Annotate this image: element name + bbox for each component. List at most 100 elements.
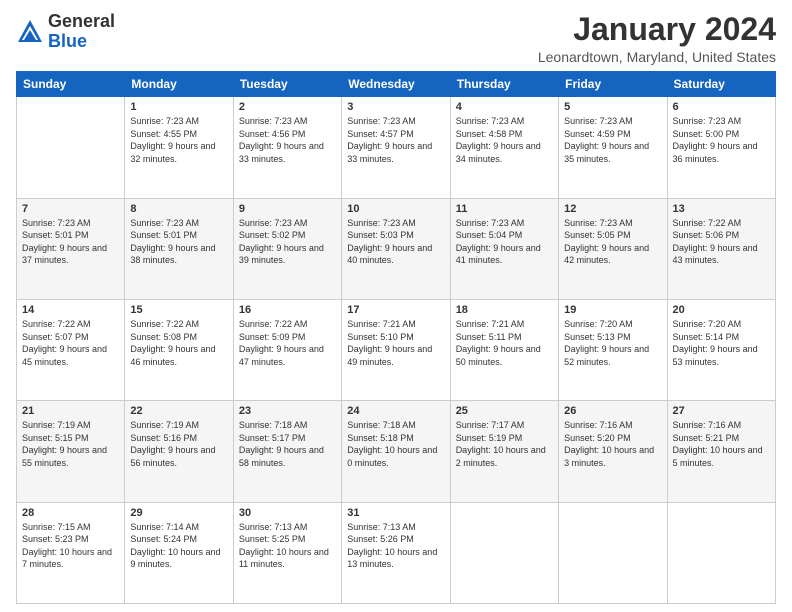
daylight-text: Daylight: 10 hours and 5 minutes. <box>673 445 763 468</box>
table-row: 4 Sunrise: 7:23 AM Sunset: 4:58 PM Dayli… <box>450 97 558 198</box>
sunset-text: Sunset: 5:19 PM <box>456 433 523 443</box>
col-tuesday: Tuesday <box>233 72 341 97</box>
logo: General Blue <box>16 12 115 52</box>
daylight-text: Daylight: 10 hours and 2 minutes. <box>456 445 546 468</box>
sunrise-text: Sunrise: 7:19 AM <box>22 420 91 430</box>
table-row: 19 Sunrise: 7:20 AM Sunset: 5:13 PM Dayl… <box>559 299 667 400</box>
table-row: 27 Sunrise: 7:16 AM Sunset: 5:21 PM Dayl… <box>667 401 775 502</box>
day-info: Sunrise: 7:19 AM Sunset: 5:15 PM Dayligh… <box>22 419 119 469</box>
table-row: 17 Sunrise: 7:21 AM Sunset: 5:10 PM Dayl… <box>342 299 450 400</box>
col-friday: Friday <box>559 72 667 97</box>
col-monday: Monday <box>125 72 233 97</box>
sunrise-text: Sunrise: 7:14 AM <box>130 522 199 532</box>
day-info: Sunrise: 7:20 AM Sunset: 5:14 PM Dayligh… <box>673 318 770 368</box>
day-number: 1 <box>130 101 227 113</box>
table-row: 28 Sunrise: 7:15 AM Sunset: 5:23 PM Dayl… <box>17 502 125 603</box>
daylight-text: Daylight: 9 hours and 39 minutes. <box>239 243 324 266</box>
table-row: 1 Sunrise: 7:23 AM Sunset: 4:55 PM Dayli… <box>125 97 233 198</box>
table-row: 22 Sunrise: 7:19 AM Sunset: 5:16 PM Dayl… <box>125 401 233 502</box>
sunrise-text: Sunrise: 7:18 AM <box>347 420 416 430</box>
daylight-text: Daylight: 10 hours and 0 minutes. <box>347 445 437 468</box>
day-info: Sunrise: 7:23 AM Sunset: 5:02 PM Dayligh… <box>239 217 336 267</box>
sunrise-text: Sunrise: 7:23 AM <box>564 116 633 126</box>
table-row: 31 Sunrise: 7:13 AM Sunset: 5:26 PM Dayl… <box>342 502 450 603</box>
table-row: 7 Sunrise: 7:23 AM Sunset: 5:01 PM Dayli… <box>17 198 125 299</box>
day-number: 23 <box>239 405 336 417</box>
day-info: Sunrise: 7:23 AM Sunset: 5:01 PM Dayligh… <box>22 217 119 267</box>
sunset-text: Sunset: 5:07 PM <box>22 332 89 342</box>
sunrise-text: Sunrise: 7:23 AM <box>673 116 742 126</box>
daylight-text: Daylight: 9 hours and 53 minutes. <box>673 344 758 367</box>
logo-general: General <box>48 11 115 31</box>
daylight-text: Daylight: 9 hours and 52 minutes. <box>564 344 649 367</box>
sunset-text: Sunset: 5:06 PM <box>673 230 740 240</box>
day-number: 15 <box>130 304 227 316</box>
table-row: 2 Sunrise: 7:23 AM Sunset: 4:56 PM Dayli… <box>233 97 341 198</box>
sunset-text: Sunset: 5:18 PM <box>347 433 414 443</box>
table-row: 21 Sunrise: 7:19 AM Sunset: 5:15 PM Dayl… <box>17 401 125 502</box>
sunrise-text: Sunrise: 7:23 AM <box>564 218 633 228</box>
day-number: 6 <box>673 101 770 113</box>
day-info: Sunrise: 7:23 AM Sunset: 5:01 PM Dayligh… <box>130 217 227 267</box>
daylight-text: Daylight: 9 hours and 34 minutes. <box>456 141 541 164</box>
day-number: 13 <box>673 203 770 215</box>
day-info: Sunrise: 7:23 AM Sunset: 4:55 PM Dayligh… <box>130 115 227 165</box>
daylight-text: Daylight: 9 hours and 58 minutes. <box>239 445 324 468</box>
daylight-text: Daylight: 9 hours and 45 minutes. <box>22 344 107 367</box>
daylight-text: Daylight: 9 hours and 50 minutes. <box>456 344 541 367</box>
day-number: 21 <box>22 405 119 417</box>
sunrise-text: Sunrise: 7:21 AM <box>456 319 525 329</box>
day-info: Sunrise: 7:21 AM Sunset: 5:11 PM Dayligh… <box>456 318 553 368</box>
day-info: Sunrise: 7:23 AM Sunset: 4:59 PM Dayligh… <box>564 115 661 165</box>
table-row: 25 Sunrise: 7:17 AM Sunset: 5:19 PM Dayl… <box>450 401 558 502</box>
daylight-text: Daylight: 9 hours and 43 minutes. <box>673 243 758 266</box>
day-number: 3 <box>347 101 444 113</box>
col-thursday: Thursday <box>450 72 558 97</box>
daylight-text: Daylight: 9 hours and 37 minutes. <box>22 243 107 266</box>
day-number: 19 <box>564 304 661 316</box>
sunrise-text: Sunrise: 7:23 AM <box>130 218 199 228</box>
sunset-text: Sunset: 5:10 PM <box>347 332 414 342</box>
page: General Blue January 2024 Leonardtown, M… <box>0 0 792 612</box>
calendar-table: Sunday Monday Tuesday Wednesday Thursday… <box>16 71 776 604</box>
day-info: Sunrise: 7:20 AM Sunset: 5:13 PM Dayligh… <box>564 318 661 368</box>
table-row: 13 Sunrise: 7:22 AM Sunset: 5:06 PM Dayl… <box>667 198 775 299</box>
calendar-week-row: 7 Sunrise: 7:23 AM Sunset: 5:01 PM Dayli… <box>17 198 776 299</box>
sunset-text: Sunset: 5:02 PM <box>239 230 306 240</box>
day-info: Sunrise: 7:21 AM Sunset: 5:10 PM Dayligh… <box>347 318 444 368</box>
logo-text: General Blue <box>48 12 115 52</box>
day-number: 22 <box>130 405 227 417</box>
daylight-text: Daylight: 9 hours and 49 minutes. <box>347 344 432 367</box>
daylight-text: Daylight: 10 hours and 9 minutes. <box>130 547 220 570</box>
daylight-text: Daylight: 9 hours and 32 minutes. <box>130 141 215 164</box>
day-number: 18 <box>456 304 553 316</box>
day-number: 4 <box>456 101 553 113</box>
day-number: 5 <box>564 101 661 113</box>
day-number: 9 <box>239 203 336 215</box>
calendar-week-row: 1 Sunrise: 7:23 AM Sunset: 4:55 PM Dayli… <box>17 97 776 198</box>
sunrise-text: Sunrise: 7:23 AM <box>130 116 199 126</box>
sunset-text: Sunset: 4:59 PM <box>564 129 631 139</box>
day-number: 24 <box>347 405 444 417</box>
day-info: Sunrise: 7:17 AM Sunset: 5:19 PM Dayligh… <box>456 419 553 469</box>
day-number: 26 <box>564 405 661 417</box>
sunrise-text: Sunrise: 7:16 AM <box>673 420 742 430</box>
table-row: 14 Sunrise: 7:22 AM Sunset: 5:07 PM Dayl… <box>17 299 125 400</box>
sunset-text: Sunset: 4:55 PM <box>130 129 197 139</box>
day-number: 11 <box>456 203 553 215</box>
sunset-text: Sunset: 5:24 PM <box>130 534 197 544</box>
calendar-week-row: 28 Sunrise: 7:15 AM Sunset: 5:23 PM Dayl… <box>17 502 776 603</box>
table-row: 30 Sunrise: 7:13 AM Sunset: 5:25 PM Dayl… <box>233 502 341 603</box>
location: Leonardtown, Maryland, United States <box>538 49 776 65</box>
day-number: 28 <box>22 507 119 519</box>
day-info: Sunrise: 7:13 AM Sunset: 5:26 PM Dayligh… <box>347 521 444 571</box>
sunset-text: Sunset: 5:13 PM <box>564 332 631 342</box>
table-row: 12 Sunrise: 7:23 AM Sunset: 5:05 PM Dayl… <box>559 198 667 299</box>
sunrise-text: Sunrise: 7:19 AM <box>130 420 199 430</box>
day-number: 2 <box>239 101 336 113</box>
sunset-text: Sunset: 4:56 PM <box>239 129 306 139</box>
day-info: Sunrise: 7:18 AM Sunset: 5:18 PM Dayligh… <box>347 419 444 469</box>
table-row: 23 Sunrise: 7:18 AM Sunset: 5:17 PM Dayl… <box>233 401 341 502</box>
sunrise-text: Sunrise: 7:22 AM <box>673 218 742 228</box>
daylight-text: Daylight: 10 hours and 13 minutes. <box>347 547 437 570</box>
